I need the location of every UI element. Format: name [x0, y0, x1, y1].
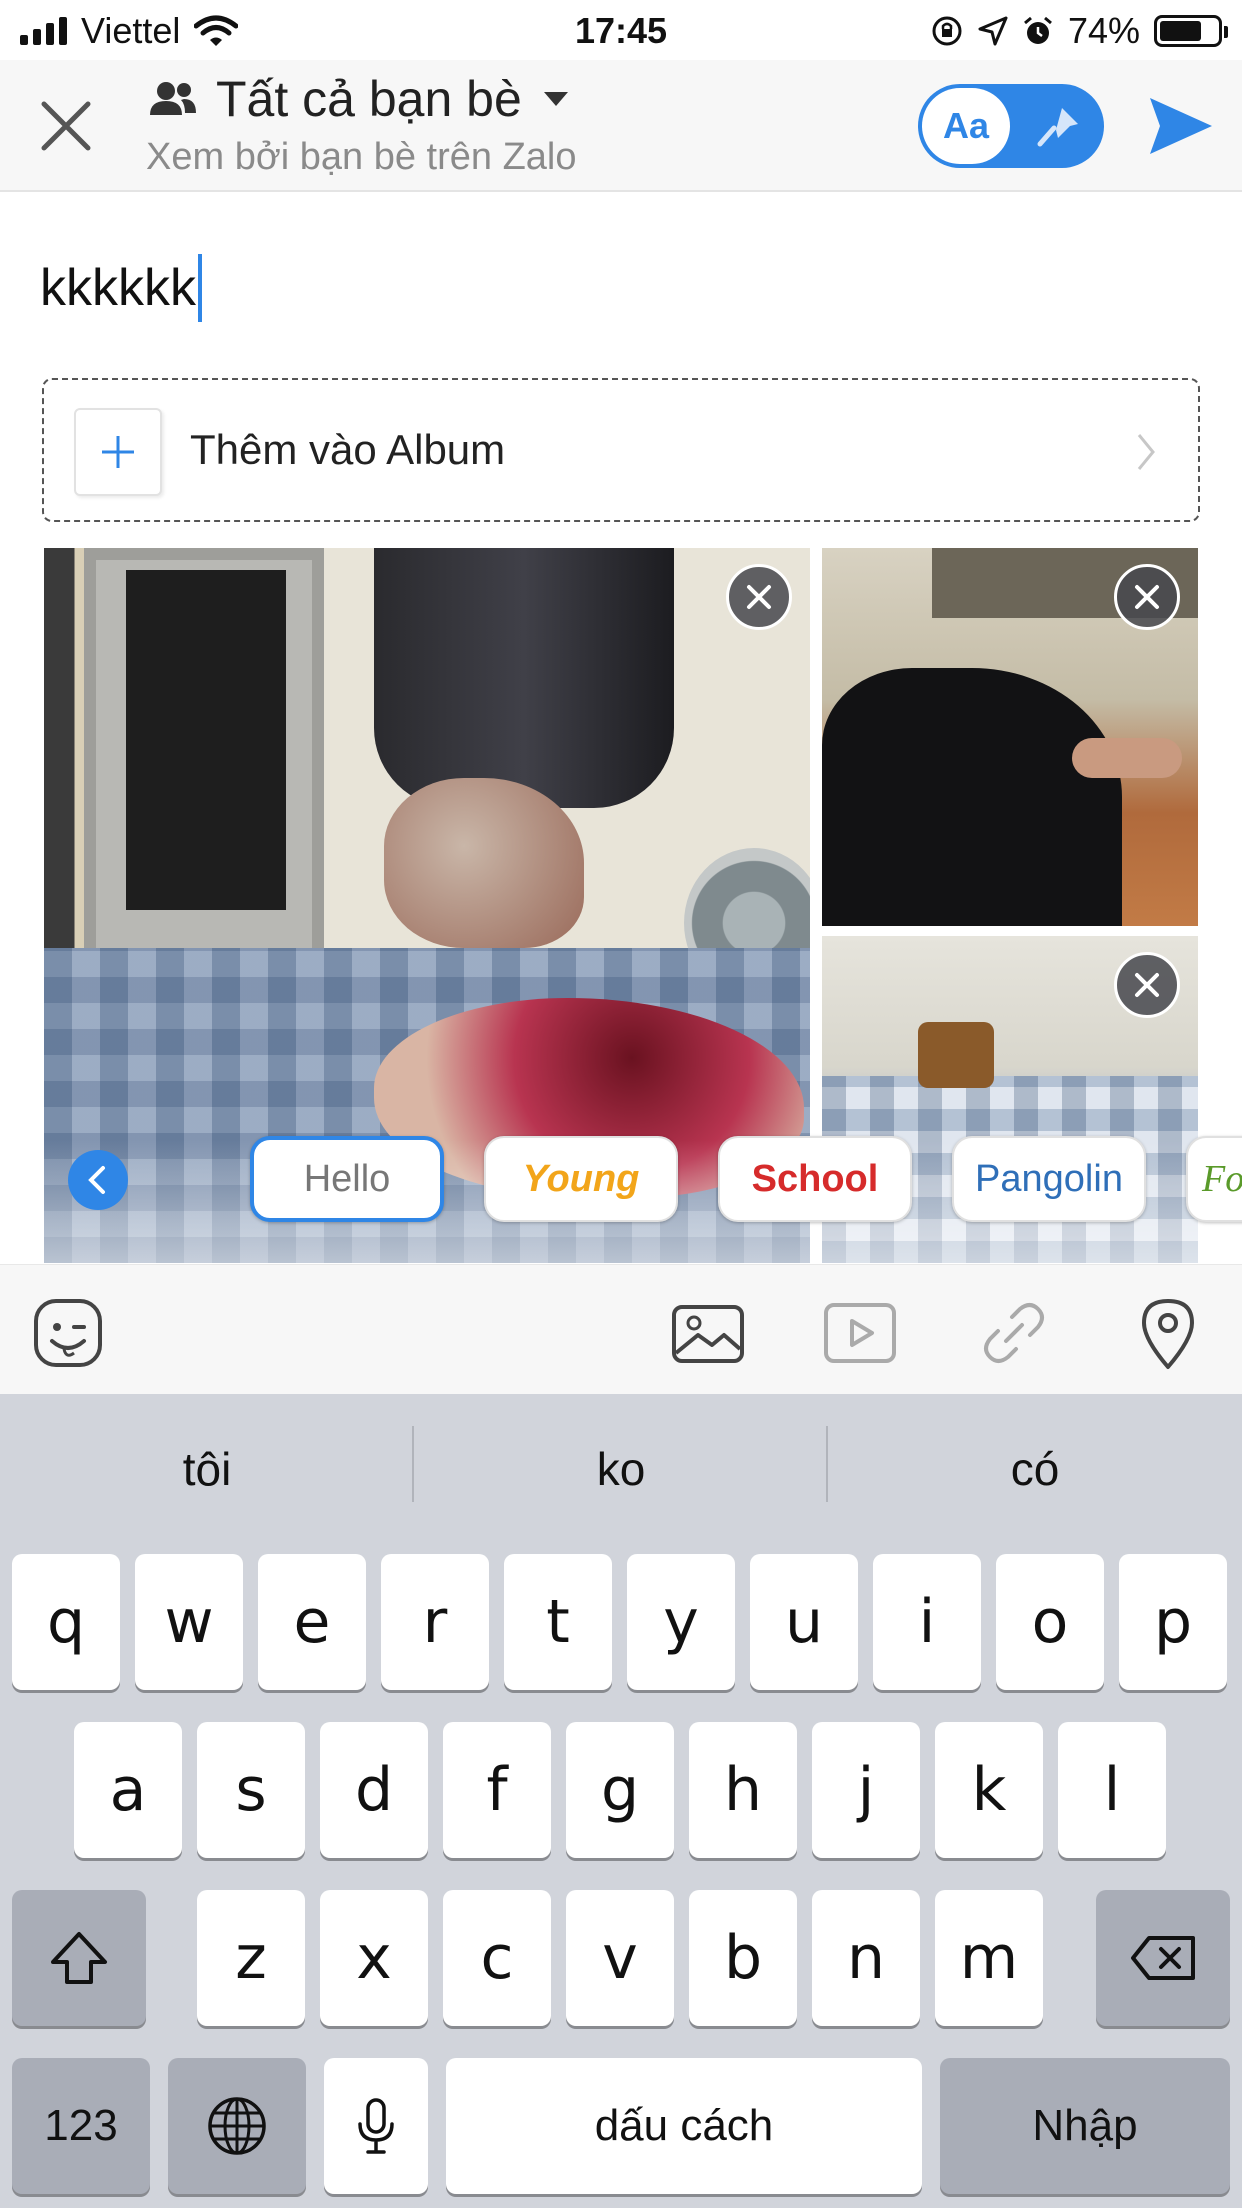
sticker-icon[interactable]	[30, 1295, 106, 1371]
font-chip-more[interactable]: Fo	[1186, 1136, 1242, 1222]
key-g[interactable]: g	[566, 1722, 674, 1858]
location-arrow-icon	[978, 16, 1008, 46]
text-cursor	[198, 254, 202, 322]
plus-icon	[74, 408, 162, 496]
key-t[interactable]: t	[504, 1554, 612, 1690]
key-x[interactable]: x	[320, 1890, 428, 2026]
key-c[interactable]: c	[443, 1890, 551, 2026]
shift-icon	[51, 1932, 107, 1984]
chevron-right-icon	[1137, 434, 1155, 470]
key-e[interactable]: e	[258, 1554, 366, 1690]
key-d[interactable]: d	[320, 1722, 428, 1858]
key-v[interactable]: v	[566, 1890, 674, 2026]
key-n[interactable]: n	[812, 1890, 920, 2026]
remove-photo-button[interactable]	[1114, 952, 1180, 1018]
key-k[interactable]: k	[935, 1722, 1043, 1858]
location-icon[interactable]	[1130, 1295, 1206, 1371]
attachment-toolbar	[0, 1264, 1242, 1394]
link-icon[interactable]	[976, 1295, 1052, 1371]
photo-thumbnail[interactable]	[822, 548, 1198, 926]
composer-header: Tất cả bạn bè Xem bởi bạn bè trên Zalo A…	[0, 60, 1242, 192]
key-p[interactable]: p	[1119, 1554, 1227, 1690]
audience-subtitle: Xem bởi bạn bè trên Zalo	[146, 136, 577, 178]
album-label: Thêm vào Album	[190, 426, 506, 473]
battery-percent: 74%	[1067, 10, 1140, 51]
rotation-lock-icon	[932, 16, 962, 46]
globe-key[interactable]	[168, 2058, 306, 2194]
key-a[interactable]: a	[74, 1722, 182, 1858]
key-u[interactable]: u	[750, 1554, 858, 1690]
microphone-icon	[358, 2098, 394, 2154]
remove-photo-button[interactable]	[726, 564, 792, 630]
key-o[interactable]: o	[996, 1554, 1104, 1690]
close-icon	[1135, 973, 1159, 997]
close-icon[interactable]	[30, 90, 102, 162]
send-icon[interactable]	[1144, 90, 1216, 162]
add-to-album-button[interactable]: Thêm vào Album	[42, 378, 1200, 522]
shift-key[interactable]	[12, 1890, 146, 2026]
chips-back-button[interactable]	[68, 1150, 128, 1210]
microphone-key[interactable]	[324, 2058, 428, 2194]
battery-icon	[1154, 15, 1228, 47]
backspace-key[interactable]	[1096, 1890, 1230, 2026]
remove-photo-button[interactable]	[1114, 564, 1180, 630]
key-l[interactable]: l	[1058, 1722, 1166, 1858]
numbers-key[interactable]: 123	[12, 2058, 150, 2194]
close-icon	[1135, 585, 1159, 609]
post-text-input[interactable]: kkkkkk	[40, 254, 202, 322]
key-y[interactable]: y	[627, 1554, 735, 1690]
key-s[interactable]: s	[197, 1722, 305, 1858]
friends-icon	[150, 82, 196, 115]
key-q[interactable]: q	[12, 1554, 120, 1690]
font-chip-pangolin[interactable]: Pangolin	[952, 1136, 1146, 1222]
audience-title: Tất cả bạn bè	[216, 71, 522, 127]
font-chip-hello[interactable]: Hello	[250, 1136, 444, 1222]
space-key[interactable]: dấu cách	[446, 2058, 922, 2194]
keyboard: tôi ko có q w e r t y u i o p a s d f g …	[0, 1394, 1242, 2208]
suggestion[interactable]: có	[828, 1394, 1242, 1544]
audience-selector[interactable]: Tất cả bạn bè	[148, 70, 568, 128]
key-z[interactable]: z	[197, 1890, 305, 2026]
text-style-label: Aa	[922, 88, 1010, 164]
key-h[interactable]: h	[689, 1722, 797, 1858]
close-icon	[747, 585, 771, 609]
status-bar: Viettel 17:45 74%	[0, 0, 1242, 60]
chevron-down-icon	[543, 92, 568, 106]
status-right: 74%	[930, 10, 1228, 52]
backspace-icon	[1131, 1936, 1195, 1980]
key-f[interactable]: f	[443, 1722, 551, 1858]
key-m[interactable]: m	[935, 1890, 1043, 2026]
post-text-value: kkkkkk	[40, 259, 196, 317]
suggestion[interactable]: ko	[414, 1394, 828, 1544]
chevron-left-icon	[88, 1166, 105, 1194]
key-w[interactable]: w	[135, 1554, 243, 1690]
key-r[interactable]: r	[381, 1554, 489, 1690]
font-chip-school[interactable]: School	[718, 1136, 912, 1222]
key-b[interactable]: b	[689, 1890, 797, 2026]
suggestion[interactable]: tôi	[0, 1394, 414, 1544]
image-icon[interactable]	[670, 1295, 746, 1371]
text-style-toggle[interactable]: Aa	[918, 84, 1104, 168]
video-icon[interactable]	[822, 1295, 898, 1371]
font-chip-young[interactable]: Young	[484, 1136, 678, 1222]
key-j[interactable]: j	[812, 1722, 920, 1858]
pin-icon	[1037, 108, 1078, 147]
alarm-icon	[1023, 16, 1052, 44]
return-key[interactable]: Nhập	[940, 2058, 1230, 2194]
globe-icon	[208, 2097, 266, 2155]
key-i[interactable]: i	[873, 1554, 981, 1690]
